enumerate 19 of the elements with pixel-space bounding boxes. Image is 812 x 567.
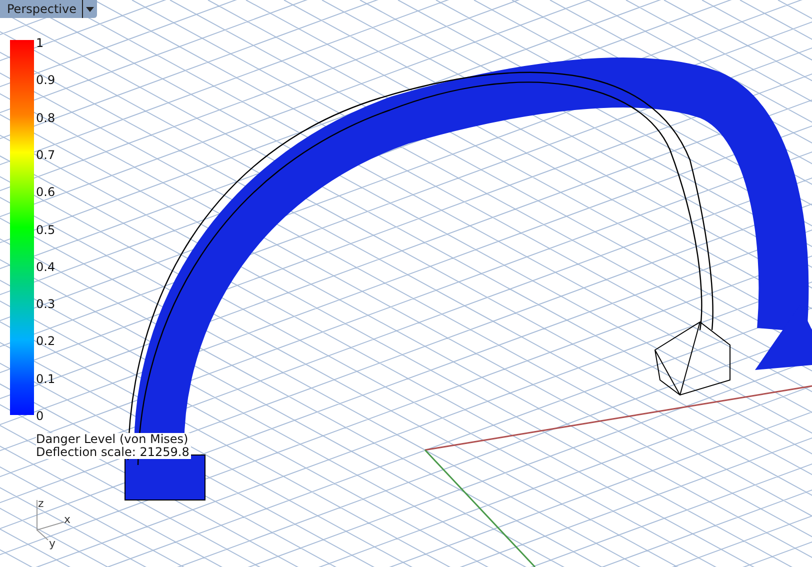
scale-label: 0.5 xyxy=(36,222,56,236)
axis-label: x xyxy=(64,513,71,526)
scale-label: 0.8 xyxy=(36,110,56,125)
axis-triad-icon xyxy=(34,500,64,542)
scale-label: 0.2 xyxy=(36,334,56,348)
legend-title: Danger Level (von Mises) xyxy=(36,433,190,446)
scale-label: 0.6 xyxy=(36,185,56,200)
scale-label: 0 xyxy=(36,409,44,423)
scale-label: 0.1 xyxy=(36,372,56,386)
scale-label: 0.7 xyxy=(36,148,56,162)
deflection-scale-text: Deflection scale: 21259.8 xyxy=(36,446,192,459)
scale-label: 0.3 xyxy=(36,297,56,312)
viewport-tab[interactable]: Perspective xyxy=(0,0,96,18)
scale-label: 0.9 xyxy=(36,73,56,88)
axis-label: z xyxy=(38,497,44,510)
scale-label: 0.4 xyxy=(36,260,56,274)
axis-label: y xyxy=(49,537,56,550)
scale-label: 1 xyxy=(36,36,44,50)
dropdown-icon[interactable] xyxy=(82,0,96,18)
